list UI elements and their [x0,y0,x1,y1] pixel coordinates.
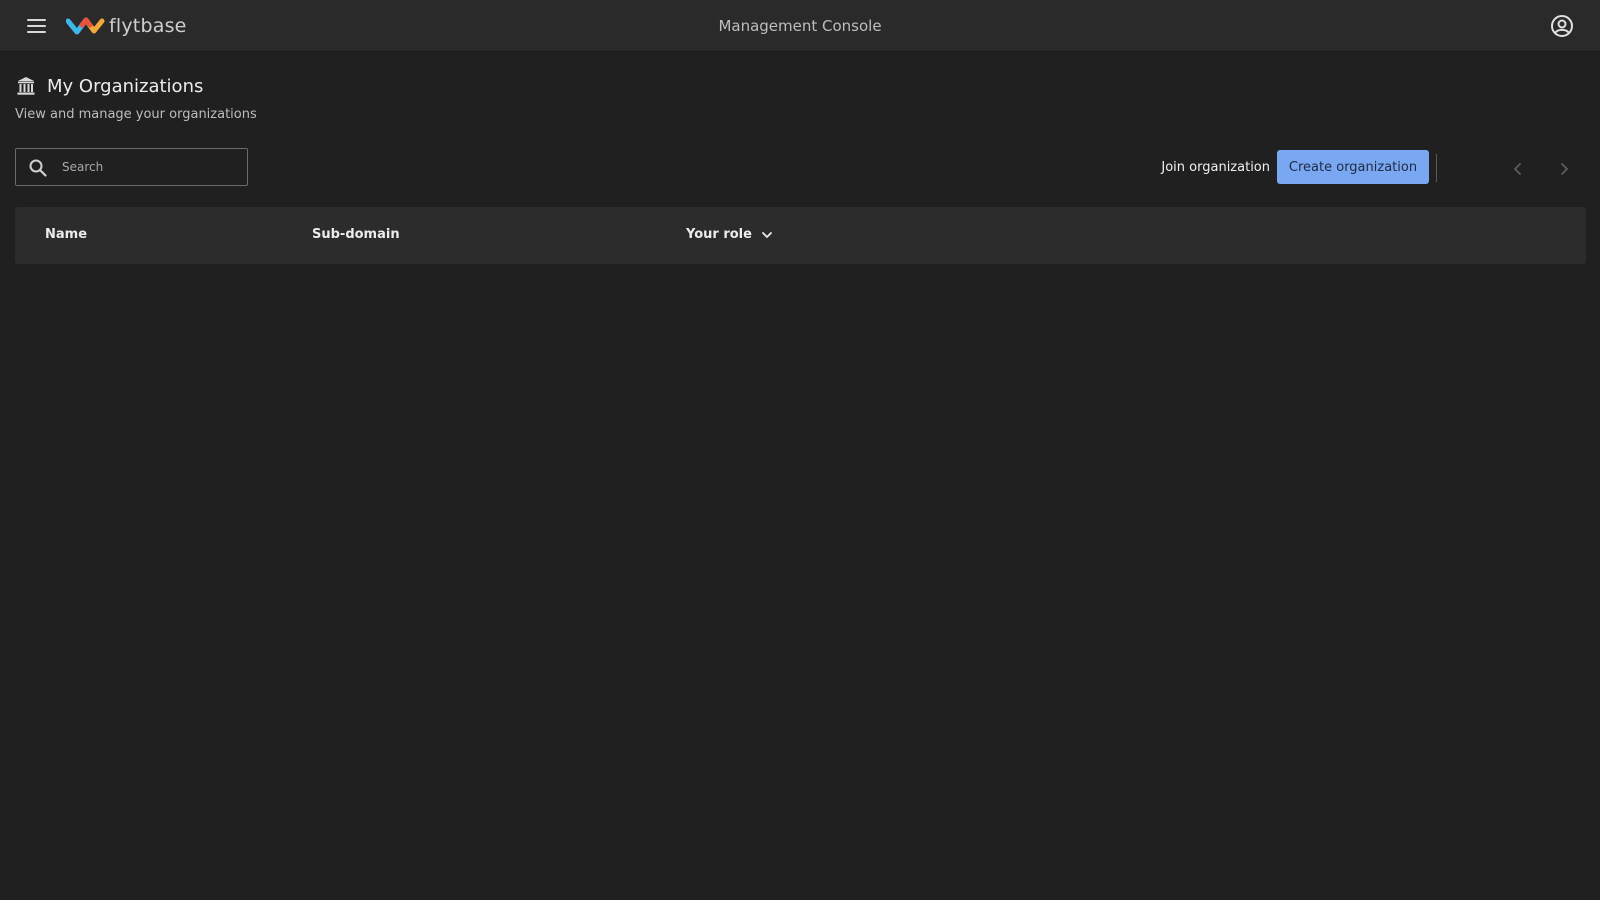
account-circle-icon[interactable] [1550,14,1574,38]
chevron-right-icon[interactable] [1554,159,1574,179]
column-header-name[interactable]: Name [45,227,87,242]
chevron-down-icon [762,231,772,238]
column-header-your-role-label: Your role [686,227,752,242]
column-header-your-role[interactable]: Your role [686,227,774,242]
column-header-subdomain[interactable]: Sub-domain [312,227,400,242]
bank-building-icon [17,77,35,95]
page-subtitle: View and manage your organizations [15,107,257,122]
search-icon [29,159,47,177]
create-organization-button[interactable]: Create organization [1277,150,1429,184]
search-input[interactable] [62,149,242,185]
app-title: Management Console [718,17,882,35]
top-app-bar: flytbase Management Console [0,0,1600,52]
chevron-left-icon[interactable] [1508,159,1528,179]
organizations-table-header: Name Sub-domain Your role [15,207,1586,264]
search-field[interactable] [15,148,248,186]
page-header: My Organizations View and manage your or… [15,75,257,123]
join-organization-button[interactable]: Join organization [1140,150,1270,184]
toolbar-divider [1436,154,1437,182]
page-title: My Organizations [47,75,204,97]
